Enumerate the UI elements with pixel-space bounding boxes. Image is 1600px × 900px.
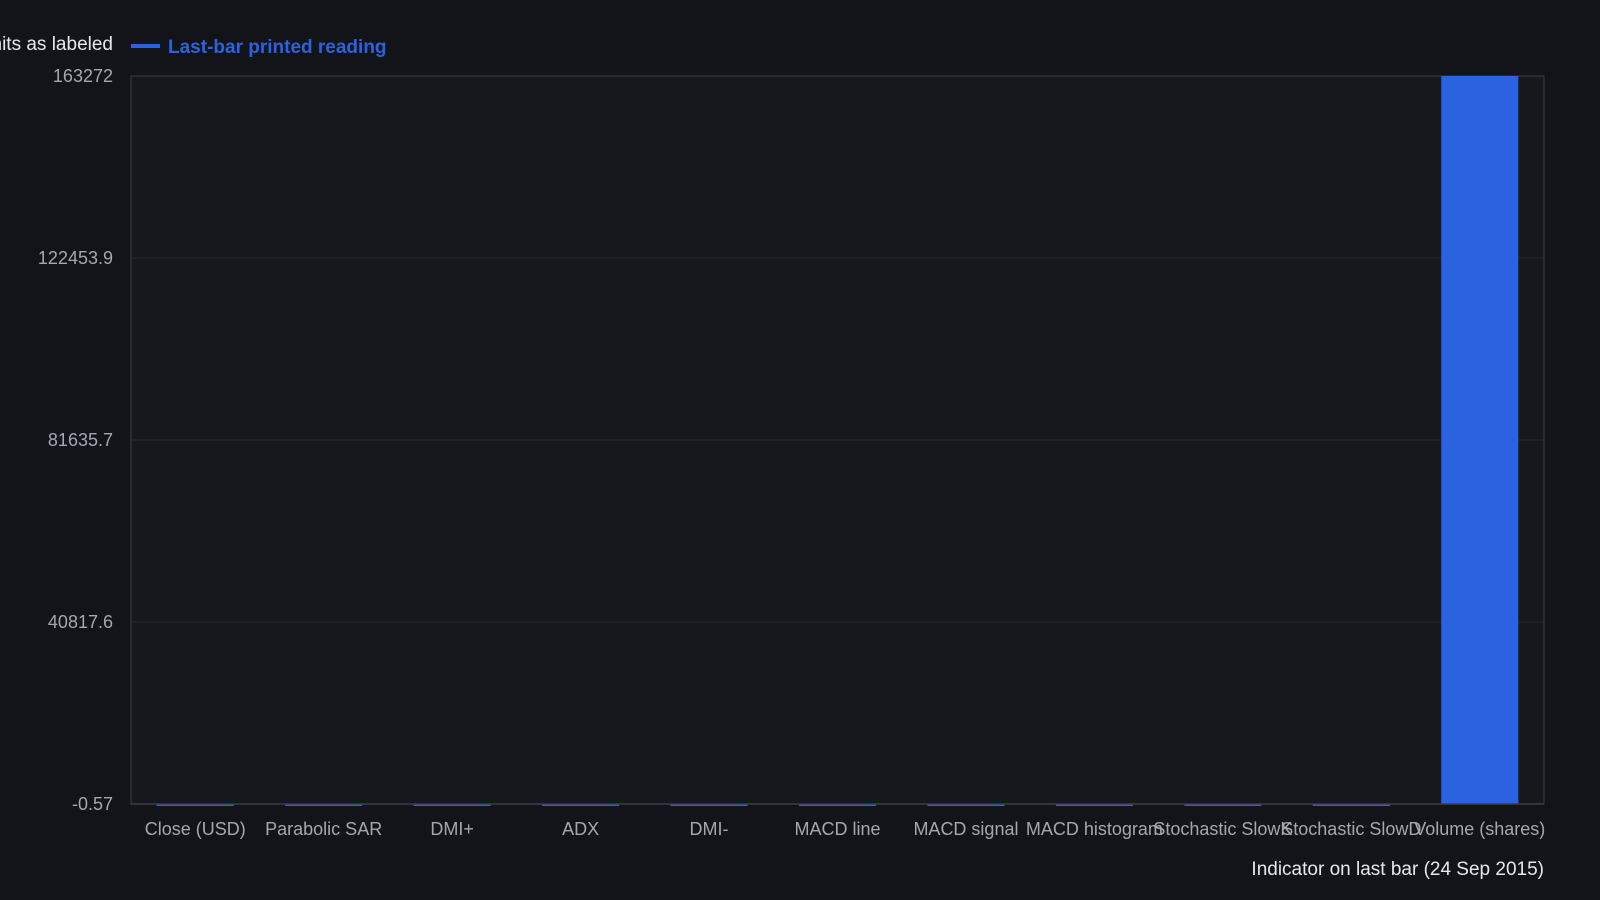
x-tick-label: MACD line <box>794 819 880 839</box>
y-tick-label: 163272 <box>53 66 113 86</box>
x-tick-label: Close (USD) <box>145 819 246 839</box>
y-tick-label: 40817.6 <box>48 612 113 632</box>
y-tick-label: 81635.7 <box>48 430 113 450</box>
x-tick-label: DMI+ <box>430 819 474 839</box>
x-tick-label: MACD histogram <box>1026 819 1163 839</box>
legend-prefix-text: Units as labeled <box>0 34 113 55</box>
x-axis-title: Indicator on last bar (24 Sep 2015) <box>1251 859 1544 880</box>
y-tick-label: 122453.9 <box>38 248 113 268</box>
x-tick-label: Stochastic SlowK <box>1153 819 1292 839</box>
x-tick-label: MACD signal <box>913 819 1018 839</box>
x-tick-label: DMI- <box>690 819 729 839</box>
x-tick-label: Volume (shares) <box>1414 819 1545 839</box>
legend-series-label: Last-bar printed reading <box>168 37 387 58</box>
x-tick-label: ADX <box>562 819 599 839</box>
chart-container: -0.57 40817.6 81635.7 122453.9 163272 Close (… <box>0 0 1600 900</box>
x-tick-label: Parabolic SAR <box>265 819 382 839</box>
bar[interactable] <box>1441 76 1519 804</box>
bar-chart: -0.57 40817.6 81635.7 122453.9 163272 Close (… <box>0 34 1545 880</box>
y-tick-label: -0.57 <box>72 794 113 814</box>
x-tick-label: Stochastic SlowD <box>1281 819 1421 839</box>
